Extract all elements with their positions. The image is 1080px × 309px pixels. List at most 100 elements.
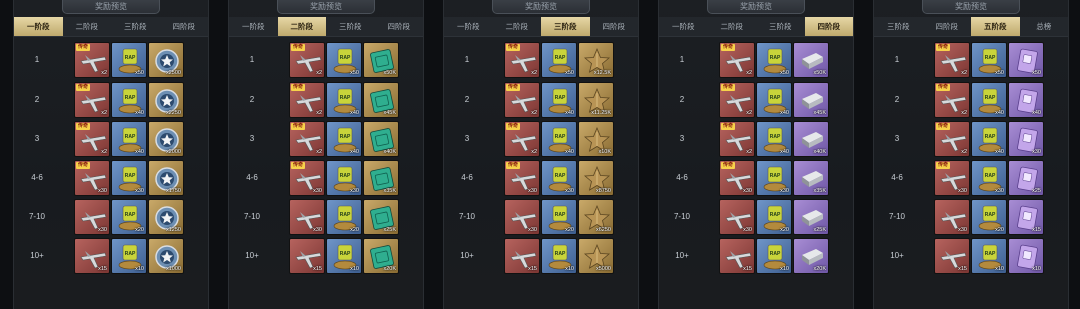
reward-item-plane[interactable]: 传奇 x30 bbox=[719, 160, 755, 196]
stage-tab[interactable]: 二阶段 bbox=[277, 17, 326, 36]
reward-item-rations[interactable]: RAP x50 bbox=[756, 42, 792, 78]
stage-tab[interactable]: 四阶段 bbox=[375, 17, 424, 36]
reward-item-plane[interactable]: 传奇 x2 bbox=[289, 42, 325, 78]
reward-item-medal[interactable]: x1750 bbox=[148, 160, 184, 196]
reward-item-plane[interactable]: 传奇 x2 bbox=[74, 121, 110, 157]
stage-tab[interactable]: 三阶段 bbox=[326, 17, 375, 36]
reward-item-star[interactable]: x5000 bbox=[578, 238, 614, 274]
reward-item-manual[interactable]: x45K bbox=[363, 82, 399, 118]
reward-item-rations[interactable]: RAP x10 bbox=[541, 238, 577, 274]
reward-item-rations[interactable]: RAP x40 bbox=[541, 82, 577, 118]
reward-item-book[interactable]: x30 bbox=[1008, 121, 1044, 157]
reward-item-plane[interactable]: x30 bbox=[74, 199, 110, 235]
stage-tab[interactable]: 总榜 bbox=[1020, 17, 1069, 36]
reward-item-medal[interactable]: x2000 bbox=[148, 121, 184, 157]
reward-item-rations[interactable]: RAP x20 bbox=[971, 199, 1007, 235]
reward-item-plane[interactable]: x30 bbox=[504, 199, 540, 235]
reward-item-book[interactable]: x25 bbox=[1008, 160, 1044, 196]
reward-item-plane[interactable]: 传奇 x2 bbox=[74, 42, 110, 78]
reward-item-plane[interactable]: 传奇 x2 bbox=[289, 82, 325, 118]
reward-item-rations[interactable]: RAP x10 bbox=[326, 238, 362, 274]
stage-tab[interactable]: 三阶段 bbox=[756, 17, 805, 36]
stage-tab[interactable]: 一阶段 bbox=[444, 17, 493, 36]
reward-item-rations[interactable]: RAP x30 bbox=[971, 160, 1007, 196]
reward-item-medal[interactable]: x2250 bbox=[148, 82, 184, 118]
reward-item-rations[interactable]: RAP x40 bbox=[971, 121, 1007, 157]
stage-tab[interactable]: 二阶段 bbox=[708, 17, 757, 36]
reward-item-rations[interactable]: RAP x20 bbox=[756, 199, 792, 235]
reward-item-plane[interactable]: 传奇 x2 bbox=[289, 121, 325, 157]
reward-item-book[interactable]: x40 bbox=[1008, 82, 1044, 118]
reward-item-star[interactable]: x6250 bbox=[578, 199, 614, 235]
reward-item-plane[interactable]: 传奇 x30 bbox=[289, 160, 325, 196]
reward-item-rations[interactable]: RAP x20 bbox=[111, 199, 147, 235]
reward-item-rations[interactable]: RAP x10 bbox=[971, 238, 1007, 274]
reward-item-steel[interactable]: x50K bbox=[793, 42, 829, 78]
reward-item-rations[interactable]: RAP x40 bbox=[756, 121, 792, 157]
reward-item-rations[interactable]: RAP x30 bbox=[756, 160, 792, 196]
reward-item-rations[interactable]: RAP x50 bbox=[541, 42, 577, 78]
reward-item-rations[interactable]: RAP x40 bbox=[111, 121, 147, 157]
reward-item-rations[interactable]: RAP x40 bbox=[541, 121, 577, 157]
reward-item-plane[interactable]: x30 bbox=[719, 199, 755, 235]
reward-item-plane[interactable]: 传奇 x2 bbox=[934, 42, 970, 78]
reward-item-rations[interactable]: RAP x10 bbox=[756, 238, 792, 274]
reward-item-plane[interactable]: 传奇 x2 bbox=[74, 82, 110, 118]
reward-item-manual[interactable]: x40K bbox=[363, 121, 399, 157]
reward-item-manual[interactable]: x50K bbox=[363, 42, 399, 78]
reward-item-rations[interactable]: RAP x30 bbox=[541, 160, 577, 196]
reward-item-rations[interactable]: RAP x20 bbox=[541, 199, 577, 235]
reward-item-plane[interactable]: 传奇 x30 bbox=[934, 160, 970, 196]
reward-item-book[interactable]: x10 bbox=[1008, 238, 1044, 274]
reward-item-rations[interactable]: RAP x40 bbox=[756, 82, 792, 118]
reward-item-rations[interactable]: RAP x50 bbox=[326, 42, 362, 78]
stage-tab[interactable]: 三阶段 bbox=[541, 17, 590, 36]
stage-tab[interactable]: 三阶段 bbox=[111, 17, 160, 36]
reward-item-manual[interactable]: x20K bbox=[363, 238, 399, 274]
reward-item-steel[interactable]: x40K bbox=[793, 121, 829, 157]
stage-tab[interactable]: 四阶段 bbox=[923, 17, 972, 36]
reward-item-medal[interactable]: x1000 bbox=[148, 238, 184, 274]
reward-item-plane[interactable]: x30 bbox=[934, 199, 970, 235]
reward-item-rations[interactable]: RAP x50 bbox=[971, 42, 1007, 78]
reward-item-rations[interactable]: RAP x20 bbox=[326, 199, 362, 235]
reward-item-medal[interactable]: x2500 bbox=[148, 42, 184, 78]
reward-item-rations[interactable]: RAP x50 bbox=[111, 42, 147, 78]
stage-tab[interactable]: 四阶段 bbox=[804, 17, 853, 36]
stage-tab[interactable]: 一阶段 bbox=[659, 17, 708, 36]
stage-tab[interactable]: 四阶段 bbox=[590, 17, 639, 36]
reward-item-plane[interactable]: 传奇 x2 bbox=[719, 82, 755, 118]
reward-item-plane[interactable]: 传奇 x30 bbox=[74, 160, 110, 196]
reward-item-plane[interactable]: 传奇 x2 bbox=[719, 121, 755, 157]
reward-item-medal[interactable]: x1250 bbox=[148, 199, 184, 235]
reward-item-plane[interactable]: x15 bbox=[719, 238, 755, 274]
reward-item-manual[interactable]: x35K bbox=[363, 160, 399, 196]
reward-item-plane[interactable]: 传奇 x2 bbox=[934, 121, 970, 157]
reward-item-rations[interactable]: RAP x30 bbox=[326, 160, 362, 196]
reward-item-plane[interactable]: 传奇 x2 bbox=[504, 82, 540, 118]
reward-item-plane[interactable]: 传奇 x30 bbox=[504, 160, 540, 196]
reward-item-plane[interactable]: x15 bbox=[504, 238, 540, 274]
reward-item-plane[interactable]: 传奇 x2 bbox=[934, 82, 970, 118]
reward-item-plane[interactable]: x15 bbox=[934, 238, 970, 274]
stage-tab[interactable]: 二阶段 bbox=[63, 17, 112, 36]
reward-item-plane[interactable]: 传奇 x2 bbox=[504, 42, 540, 78]
reward-item-star[interactable]: x8750 bbox=[578, 160, 614, 196]
reward-item-plane[interactable]: 传奇 x2 bbox=[504, 121, 540, 157]
reward-item-steel[interactable]: x25K bbox=[793, 199, 829, 235]
stage-tab[interactable]: 二阶段 bbox=[493, 17, 542, 36]
reward-item-star[interactable]: x12.5K bbox=[578, 42, 614, 78]
reward-item-rations[interactable]: RAP x40 bbox=[971, 82, 1007, 118]
reward-item-rations[interactable]: RAP x30 bbox=[111, 160, 147, 196]
reward-item-rations[interactable]: RAP x40 bbox=[326, 82, 362, 118]
stage-tab[interactable]: 三阶段 bbox=[874, 17, 923, 36]
reward-item-rations[interactable]: RAP x40 bbox=[111, 82, 147, 118]
reward-item-steel[interactable]: x35K bbox=[793, 160, 829, 196]
stage-tab[interactable]: 四阶段 bbox=[160, 17, 209, 36]
reward-item-manual[interactable]: x25K bbox=[363, 199, 399, 235]
reward-item-plane[interactable]: x15 bbox=[289, 238, 325, 274]
reward-item-steel[interactable]: x45K bbox=[793, 82, 829, 118]
reward-item-star[interactable]: x10K bbox=[578, 121, 614, 157]
reward-item-star[interactable]: x11.25K bbox=[578, 82, 614, 118]
reward-item-plane[interactable]: 传奇 x2 bbox=[719, 42, 755, 78]
